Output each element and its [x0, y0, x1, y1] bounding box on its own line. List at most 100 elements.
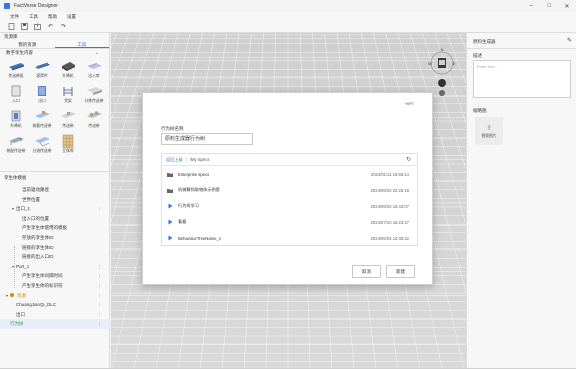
menu-help[interactable]: 帮助 [48, 14, 57, 20]
breadcrumb: 返回上级 | /My Specs ↻ [162, 154, 417, 166]
more-options-icon[interactable]: ⋮ [98, 262, 103, 272]
library-item[interactable]: 升降机 [55, 59, 81, 81]
window-title: FactVerse Designer [14, 3, 58, 9]
tree-row[interactable]: ChuangJianQi_DLC ⋮ [0, 300, 110, 310]
replace-image-button[interactable]: ⇪ 替换图片 [475, 117, 503, 145]
replace-image-label: 替换图片 [481, 133, 497, 138]
panel-splitter[interactable] [0, 171, 110, 172]
library-item[interactable]: 货架 [55, 84, 81, 106]
save-icon[interactable] [21, 23, 28, 30]
tree-row[interactable]: ▾ 资源 ⋮ [0, 291, 110, 301]
file-browser: 返回上级 | /My Specs ↻ Enterprise specs 2024/… [161, 153, 418, 246]
file-name: 机械臂抓取物体示例套 [178, 187, 220, 192]
exit-icon [34, 84, 51, 98]
redo-icon[interactable]: ↷ [60, 23, 67, 30]
roller-icon [34, 59, 51, 73]
category-label: 数字孪生内容 [6, 50, 33, 55]
description-input[interactable]: Enter text... [473, 60, 571, 98]
thumbnail-label: 缩略图 [473, 108, 487, 113]
close-icon[interactable]: ✕ [558, 0, 576, 12]
file-date: 2024/06/02 16:43:07 [370, 203, 409, 209]
back-link[interactable]: 返回上级 [166, 157, 183, 163]
tree-row-label: 当前驱动路径 [22, 187, 49, 192]
menu-settings[interactable]: 设置 [67, 14, 76, 20]
tree-row[interactable]: 存放的孪生体ID [0, 233, 110, 243]
tree-row[interactable]: 行为树 ⋮ [0, 319, 110, 329]
library-item[interactable]: 装载传送带 [29, 109, 55, 131]
library-item[interactable]: 滚筒件 [29, 59, 55, 81]
tree-row[interactable]: 世界位置 [0, 195, 110, 205]
menu-tools[interactable]: 工具 [29, 14, 38, 20]
library-item[interactable]: 出口 [29, 84, 55, 106]
tree-row[interactable]: 产生孪生体间隔时间 ⋮ [0, 271, 110, 281]
library-item[interactable]: 出入库 [81, 59, 107, 81]
file-row[interactable]: 行为树学习 2024/06/02 16:43:07 [162, 198, 417, 214]
tree-row-label: 产生孪生体的标识符 [22, 282, 63, 288]
resource-panel-title: 资源库 [4, 34, 18, 39]
cancel-button[interactable]: 取消 [352, 265, 381, 278]
sorter-icon [86, 84, 103, 98]
export-icon[interactable] [34, 23, 41, 30]
file-row[interactable]: Enterprise specs 2024/01/11 16:58:14 [162, 166, 417, 182]
loading-conveyor-icon [34, 109, 51, 123]
file-row[interactable]: BehaviourTreeName_1 2024/06/04 14:45:22 [162, 230, 417, 246]
more-options-icon[interactable]: ⋮ [98, 291, 103, 301]
refresh-icon[interactable]: ↻ [406, 156, 411, 163]
chevron-down-icon: ⌄ [95, 50, 99, 55]
file-date: 2024/06/02 22:25:19 [370, 187, 409, 193]
tree-row[interactable]: 出口 ⋮ [0, 310, 110, 320]
library-item[interactable]: 立体库 [55, 134, 81, 156]
tree-row[interactable]: 链接的出入口ID [0, 252, 110, 262]
new-file-icon[interactable] [8, 23, 15, 30]
tree-row-label: 链接的出入口ID [22, 254, 54, 260]
tree-row[interactable]: 产生孪生体的标识符 ⋮ [0, 281, 110, 291]
library-item[interactable]: 传送带 [55, 109, 81, 131]
library-item[interactable]: 分流传送带 [29, 134, 55, 156]
library-item[interactable]: 传送带段 [3, 59, 29, 81]
more-options-icon[interactable]: ⋮ [98, 300, 103, 310]
undo-icon[interactable]: ↶ [47, 23, 54, 30]
tree-row-label: 出入口的位置 [22, 215, 49, 221]
tree-row[interactable]: 当前驱动路径 [0, 185, 110, 195]
library-item[interactable]: 分拣传送带 [81, 84, 107, 106]
behavior-tree-file-icon [165, 203, 175, 209]
tree-row[interactable]: ▾ 出口_1 ⋮ [0, 204, 110, 214]
behavior-tree-name-input[interactable]: 原料生成器行为树 [161, 133, 253, 145]
belt-icon [86, 109, 103, 123]
more-options-icon[interactable]: ⋮ [98, 204, 103, 214]
library-item[interactable]: 升降机 [3, 109, 29, 131]
behavior-tree-file-icon [165, 219, 175, 225]
library-item[interactable]: 入口 [3, 84, 29, 106]
minimize-icon[interactable]: – [522, 0, 540, 12]
library-item[interactable]: 装配传送带 [3, 134, 29, 156]
file-row[interactable]: 看看 2024/07/10 16:23:17 [162, 214, 417, 230]
more-options-icon[interactable]: ⋮ [98, 319, 103, 329]
inbound-outbound-icon [86, 59, 103, 73]
menu-file[interactable]: 文件 [10, 14, 19, 20]
maximize-icon[interactable]: □ [540, 0, 558, 12]
file-date: 2024/01/11 16:58:14 [370, 171, 409, 177]
svg-text:E: E [453, 61, 456, 66]
shelf-icon [60, 84, 77, 98]
folder-icon [165, 172, 175, 177]
tree-row[interactable]: 出入口的位置 [0, 214, 110, 224]
upload-icon: ⇪ [486, 124, 492, 132]
tree-row[interactable]: 产生孪生体使用的模板 [0, 223, 110, 233]
more-options-icon[interactable]: ⋮ [98, 310, 103, 320]
tab-tools[interactable]: 工具 [54, 41, 109, 48]
tree-row[interactable]: ▾ Port_1 ⋮ [0, 262, 110, 272]
diverter-icon [34, 134, 51, 148]
category-selector[interactable]: 数字孪生内容 ⌄ [0, 49, 109, 57]
file-row[interactable]: 机械臂抓取物体示例套 2024/06/02 22:25:19 [162, 182, 417, 198]
library-item[interactable]: 传送带 [81, 109, 107, 131]
more-options-icon[interactable]: ⋮ [98, 271, 103, 281]
tree-row[interactable]: 链接的孪生体ID [0, 243, 110, 253]
create-button[interactable]: 新建 [386, 265, 415, 278]
behavior-tree-file-icon [165, 235, 175, 241]
tab-my-resources[interactable]: 我的资源 [0, 41, 55, 48]
app-logo-icon [4, 3, 10, 9]
edit-icon[interactable]: ✎ [567, 37, 572, 44]
more-options-icon[interactable]: ⋮ [98, 281, 103, 291]
tree-row-label: 存放的孪生体ID [22, 234, 54, 240]
view-navigator[interactable]: N W E [426, 39, 458, 99]
